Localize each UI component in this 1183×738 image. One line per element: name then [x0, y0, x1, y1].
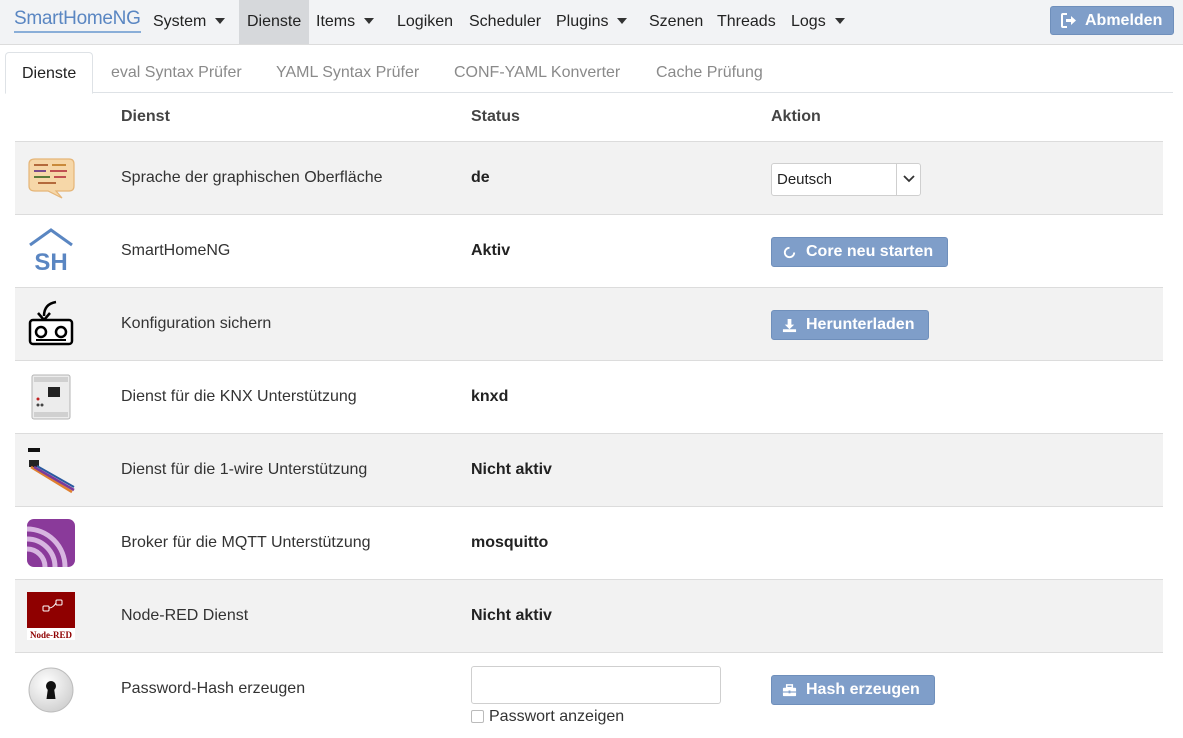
generate-hash-button[interactable]: Hash erzeugen — [771, 675, 935, 705]
mqtt-signal-icon — [26, 519, 75, 567]
table-row: Node-RED Node-RED Dienst Nicht aktiv — [15, 579, 1163, 652]
chevron-down-icon — [215, 17, 226, 24]
show-password-checkbox[interactable] — [471, 710, 484, 723]
service-status: Nicht aktiv — [471, 461, 552, 478]
language-select[interactable]: Deutsch — [771, 163, 921, 196]
table-row: Sprache der graphischen Oberfläche de De… — [15, 141, 1163, 214]
svg-text:SH: SH — [34, 249, 67, 275]
table-row: Broker für die MQTT Unterstützung mosqui… — [15, 506, 1163, 579]
service-status: mosquitto — [471, 534, 549, 551]
service-name: Broker für die MQTT Unterstützung — [121, 534, 371, 551]
table-row: Password-Hash erzeugen Passwort anzeigen… — [15, 652, 1163, 738]
nav-plugins[interactable]: Plugins — [548, 0, 635, 44]
column-header-dienst: Dienst — [121, 108, 170, 125]
nav-dienste[interactable]: Dienste — [239, 0, 310, 44]
keyhole-icon — [28, 667, 74, 713]
table-row: Dienst für die KNX Unterstützung knxd — [15, 360, 1163, 433]
navbar: SmartHomeNG System Dienste Items Logiken… — [0, 0, 1183, 45]
service-status: knxd — [471, 388, 509, 405]
chevron-down-icon — [834, 17, 845, 24]
show-password-toggle[interactable]: Passwort anzeigen — [471, 709, 624, 725]
table-row: SH SmartHomeNG Aktiv Core neu starten — [15, 214, 1163, 287]
service-status: Aktiv — [471, 242, 511, 259]
nav-threads[interactable]: Threads — [709, 0, 784, 44]
tab-yaml-syntax[interactable]: YAML Syntax Prüfer — [276, 52, 419, 93]
nav-scheduler[interactable]: Scheduler — [461, 0, 549, 44]
language-speech-bubble-icon — [28, 158, 75, 199]
service-name: Dienst für die 1-wire Unterstützung — [121, 461, 368, 478]
node-red-logo-icon: Node-RED — [27, 592, 75, 640]
service-name: Sprache der graphischen Oberfläche — [121, 169, 383, 186]
password-input[interactable] — [471, 666, 721, 704]
show-password-label: Passwort anzeigen — [489, 708, 625, 725]
brand-logo[interactable]: SmartHomeNG — [14, 8, 141, 33]
sign-out-icon — [1061, 13, 1076, 28]
toolbox-icon — [782, 684, 797, 697]
table-row: Konfiguration sichern Herunterladen — [15, 287, 1163, 360]
node-red-logo-text: Node-RED — [30, 630, 72, 640]
tab-eval-syntax[interactable]: eval Syntax Prüfer — [111, 52, 242, 93]
nav-logs[interactable]: Logs — [783, 0, 853, 44]
service-status: Nicht aktiv — [471, 607, 552, 624]
column-header-aktion: Aktion — [771, 108, 821, 125]
nav-items[interactable]: Items — [308, 0, 382, 44]
service-name: Node-RED Dienst — [121, 607, 249, 624]
nav-logiken[interactable]: Logiken — [389, 0, 461, 44]
service-name: Dienst für die KNX Unterstützung — [121, 388, 357, 405]
backup-tape-icon — [28, 300, 74, 346]
refresh-icon — [783, 246, 796, 259]
nav-szenen[interactable]: Szenen — [641, 0, 711, 44]
smarthomeng-logo-icon: SH — [29, 228, 73, 275]
service-name: Password-Hash erzeugen — [121, 680, 306, 697]
chevron-down-icon — [617, 17, 628, 24]
table-row: Dienst für die 1-wire Unterstützung Nich… — [15, 433, 1163, 506]
download-icon — [782, 318, 797, 333]
service-name: Konfiguration sichern — [121, 315, 272, 332]
language-select-value: Deutsch — [777, 171, 833, 188]
column-header-status: Status — [471, 108, 520, 125]
tab-bar: Dienste eval Syntax Prüfer YAML Syntax P… — [5, 52, 1173, 94]
download-button[interactable]: Herunterladen — [771, 310, 930, 340]
onewire-cable-icon — [28, 448, 75, 494]
service-status: de — [471, 169, 490, 186]
nav-system[interactable]: System — [145, 0, 233, 44]
knx-device-icon — [31, 374, 71, 420]
brand-text: SmartHomeNG — [14, 8, 141, 29]
chevron-down-icon — [903, 175, 915, 183]
restart-core-button[interactable]: Core neu starten — [771, 237, 949, 267]
chevron-down-icon — [364, 17, 375, 24]
tab-cache[interactable]: Cache Prüfung — [656, 52, 763, 93]
tab-conf-yaml[interactable]: CONF-YAML Konverter — [454, 52, 620, 93]
logout-button[interactable]: Abmelden — [1050, 6, 1174, 35]
service-name: SmartHomeNG — [121, 242, 231, 259]
tab-dienste[interactable]: Dienste — [5, 52, 94, 94]
